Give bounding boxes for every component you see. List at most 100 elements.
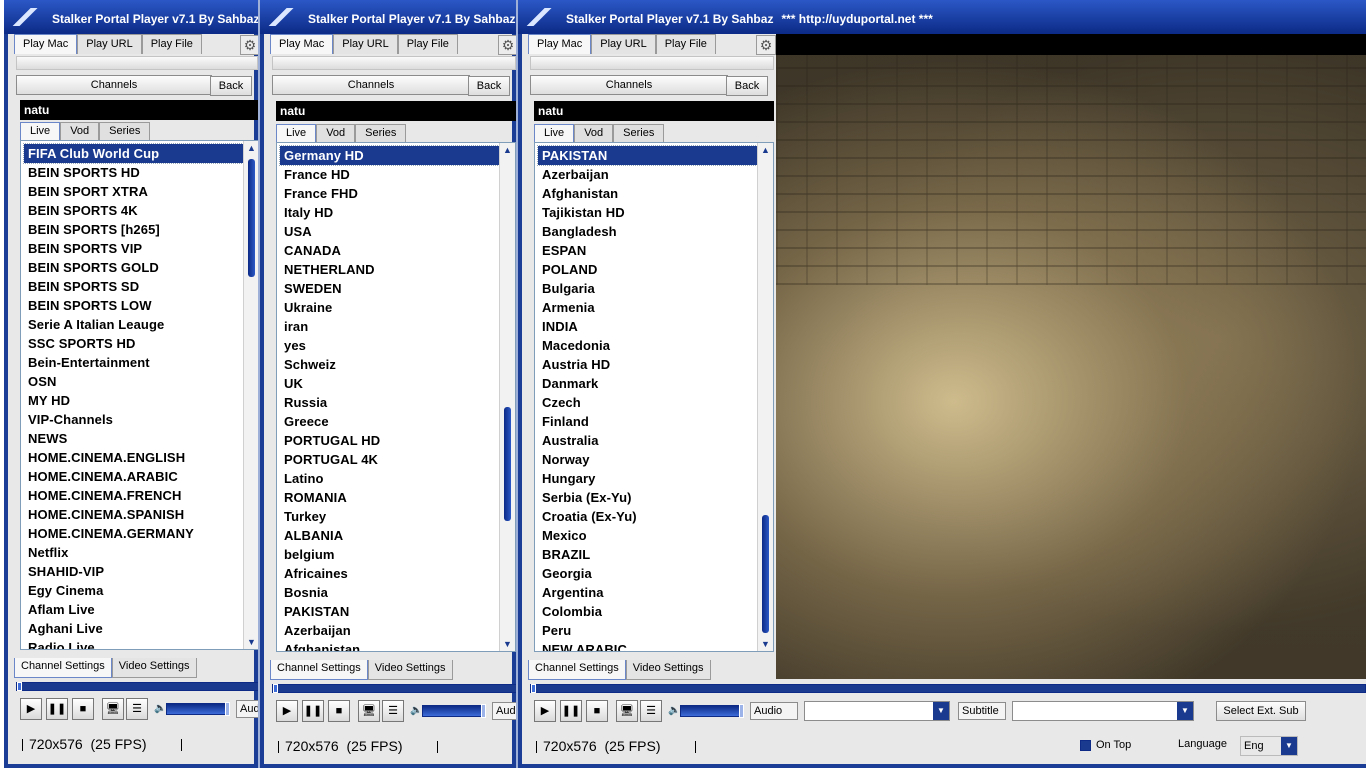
chevron-down-icon[interactable]: ▼ xyxy=(1177,702,1193,720)
channel-list-item[interactable]: Schweiz xyxy=(277,355,515,374)
channel-list-item[interactable]: Bulgaria xyxy=(535,279,773,298)
channel-list-item[interactable]: PORTUGAL HD xyxy=(277,431,515,450)
channel-list-item[interactable]: Danmark xyxy=(535,374,773,393)
channel-list-item[interactable]: FIFA Club World Cup xyxy=(23,143,256,164)
channel-list-item[interactable]: MY HD xyxy=(21,391,258,410)
scroll-up-arrow-icon[interactable]: ▲ xyxy=(500,143,515,157)
seek-bar[interactable] xyxy=(530,684,1366,693)
channel-list-item[interactable]: Bein-Entertainment xyxy=(21,353,258,372)
tab-play-url[interactable]: Play URL xyxy=(333,34,398,54)
tab-series[interactable]: Series xyxy=(355,124,407,142)
channel-list-item[interactable]: BEIN SPORTS GOLD xyxy=(21,258,258,277)
seek-knob[interactable] xyxy=(531,684,536,693)
channel-list-item[interactable]: HOME.CINEMA.GERMANY xyxy=(21,524,258,543)
monitor-icon[interactable]: 🖥 xyxy=(358,700,380,722)
volume-knob[interactable] xyxy=(739,704,744,718)
channel-list-item[interactable]: France HD xyxy=(277,165,515,184)
channel-list-item[interactable]: UK xyxy=(277,374,515,393)
channel-list-item[interactable]: Finland xyxy=(535,412,773,431)
scroll-thumb[interactable] xyxy=(504,407,511,521)
scroll-up-arrow-icon[interactable]: ▲ xyxy=(758,143,773,157)
channel-list-item[interactable]: USA xyxy=(277,222,515,241)
tab-series[interactable]: Series xyxy=(613,124,665,142)
playlist-icon[interactable]: ☰ xyxy=(640,700,662,722)
playlist-icon[interactable]: ☰ xyxy=(382,700,404,722)
channel-list-item[interactable]: BEIN SPORTS HD xyxy=(21,163,258,182)
channel-list-item[interactable]: Greece xyxy=(277,412,515,431)
channel-list-scrollbar[interactable]: ▲ ▼ xyxy=(499,143,515,651)
settings-gear-icon[interactable]: ⚙ xyxy=(756,35,776,55)
channel-list-item[interactable]: belgium xyxy=(277,545,515,564)
audio-label[interactable]: Audio xyxy=(236,700,258,718)
volume-knob[interactable] xyxy=(481,704,486,718)
volume-slider[interactable] xyxy=(422,704,486,718)
channel-list-item[interactable]: Peru xyxy=(535,621,773,640)
search-input[interactable]: natu xyxy=(20,100,258,120)
language-select[interactable]: Eng ▼ xyxy=(1240,736,1298,756)
tab-play-url[interactable]: Play URL xyxy=(77,34,142,54)
channel-list-item[interactable]: Australia xyxy=(535,431,773,450)
channel-list-item[interactable]: Austria HD xyxy=(535,355,773,374)
channel-list-item[interactable]: BEIN SPORTS 4K xyxy=(21,201,258,220)
back-button[interactable]: Back xyxy=(726,76,768,96)
seek-bar[interactable] xyxy=(16,682,258,691)
channel-list-item[interactable]: SWEDEN xyxy=(277,279,515,298)
stop-icon[interactable]: ■ xyxy=(586,700,608,722)
channel-list-item[interactable]: Serie A Italian Leauge xyxy=(21,315,258,334)
tab-vod[interactable]: Vod xyxy=(60,122,100,140)
tab-play-mac[interactable]: Play Mac xyxy=(270,34,334,54)
scroll-down-arrow-icon[interactable]: ▼ xyxy=(244,635,258,649)
play-icon[interactable]: ▶ xyxy=(534,700,556,722)
channel-list-item[interactable]: HOME.CINEMA.SPANISH xyxy=(21,505,258,524)
subtitle-label[interactable]: Subtitle xyxy=(958,702,1006,720)
tab-vod[interactable]: Vod xyxy=(316,124,356,142)
channel-list-item[interactable]: Croatia (Ex-Yu) xyxy=(535,507,773,526)
monitor-icon[interactable]: 🖥 xyxy=(102,698,124,720)
channel-list-item[interactable]: VIP-Channels xyxy=(21,410,258,429)
channel-list-item[interactable]: Armenia xyxy=(535,298,773,317)
channel-list-item[interactable]: Norway xyxy=(535,450,773,469)
channels-button[interactable]: Channels xyxy=(272,75,470,95)
chevron-down-icon[interactable]: ▼ xyxy=(933,702,949,720)
channel-list-scrollbar[interactable]: ▲ ▼ xyxy=(757,143,773,651)
channel-list-item[interactable]: Afghanistan xyxy=(277,640,515,651)
channel-list-item[interactable]: Latino xyxy=(277,469,515,488)
channel-list-item[interactable]: Mexico xyxy=(535,526,773,545)
channel-list-item[interactable]: Turkey xyxy=(277,507,515,526)
channel-list-item[interactable]: Argentina xyxy=(535,583,773,602)
channel-list-item[interactable]: NEW ARABIC xyxy=(535,640,773,651)
channel-list-item[interactable]: Azerbaijan xyxy=(277,621,515,640)
speaker-icon[interactable]: 🔈 xyxy=(410,705,422,716)
chevron-down-icon[interactable]: ▼ xyxy=(1281,737,1297,755)
tab-play-mac[interactable]: Play Mac xyxy=(528,34,592,54)
channel-list-item[interactable]: Bangladesh xyxy=(535,222,773,241)
scroll-thumb[interactable] xyxy=(762,515,769,633)
channel-list-item[interactable]: ALBANIA xyxy=(277,526,515,545)
back-button[interactable]: Back xyxy=(210,76,252,96)
subtitle-track-select[interactable]: ▼ xyxy=(1012,701,1194,721)
channel-list-item[interactable]: PORTUGAL 4K xyxy=(277,450,515,469)
channel-list-item[interactable]: Afghanistan xyxy=(535,184,773,203)
channel-list-item[interactable]: Netflix xyxy=(21,543,258,562)
channel-list-item[interactable]: Ukraine xyxy=(277,298,515,317)
settings-gear-icon[interactable]: ⚙ xyxy=(240,35,258,55)
stop-icon[interactable]: ■ xyxy=(328,700,350,722)
channel-list-item[interactable]: Azerbaijan xyxy=(535,165,773,184)
channel-list-item[interactable]: OSN xyxy=(21,372,258,391)
tab-play-mac[interactable]: Play Mac xyxy=(14,34,78,54)
channel-list-item[interactable]: BEIN SPORTS VIP xyxy=(21,239,258,258)
channel-list-item[interactable]: HOME.CINEMA.ENGLISH xyxy=(21,448,258,467)
channel-list-item[interactable]: POLAND xyxy=(535,260,773,279)
tab-channel-settings[interactable]: Channel Settings xyxy=(270,660,368,680)
audio-label[interactable]: Audio xyxy=(492,702,516,720)
channel-list-item[interactable]: Germany HD xyxy=(279,145,512,166)
tab-play-file[interactable]: Play File xyxy=(141,34,202,54)
play-icon[interactable]: ▶ xyxy=(276,700,298,722)
monitor-icon[interactable]: 🖥 xyxy=(616,700,638,722)
channel-list-item[interactable]: France FHD xyxy=(277,184,515,203)
tab-play-url[interactable]: Play URL xyxy=(591,34,656,54)
channel-list-item[interactable]: BEIN SPORT XTRA xyxy=(21,182,258,201)
pause-icon[interactable]: ❚❚ xyxy=(46,698,68,720)
play-icon[interactable]: ▶ xyxy=(20,698,42,720)
channel-list-item[interactable]: BEIN SPORTS SD xyxy=(21,277,258,296)
